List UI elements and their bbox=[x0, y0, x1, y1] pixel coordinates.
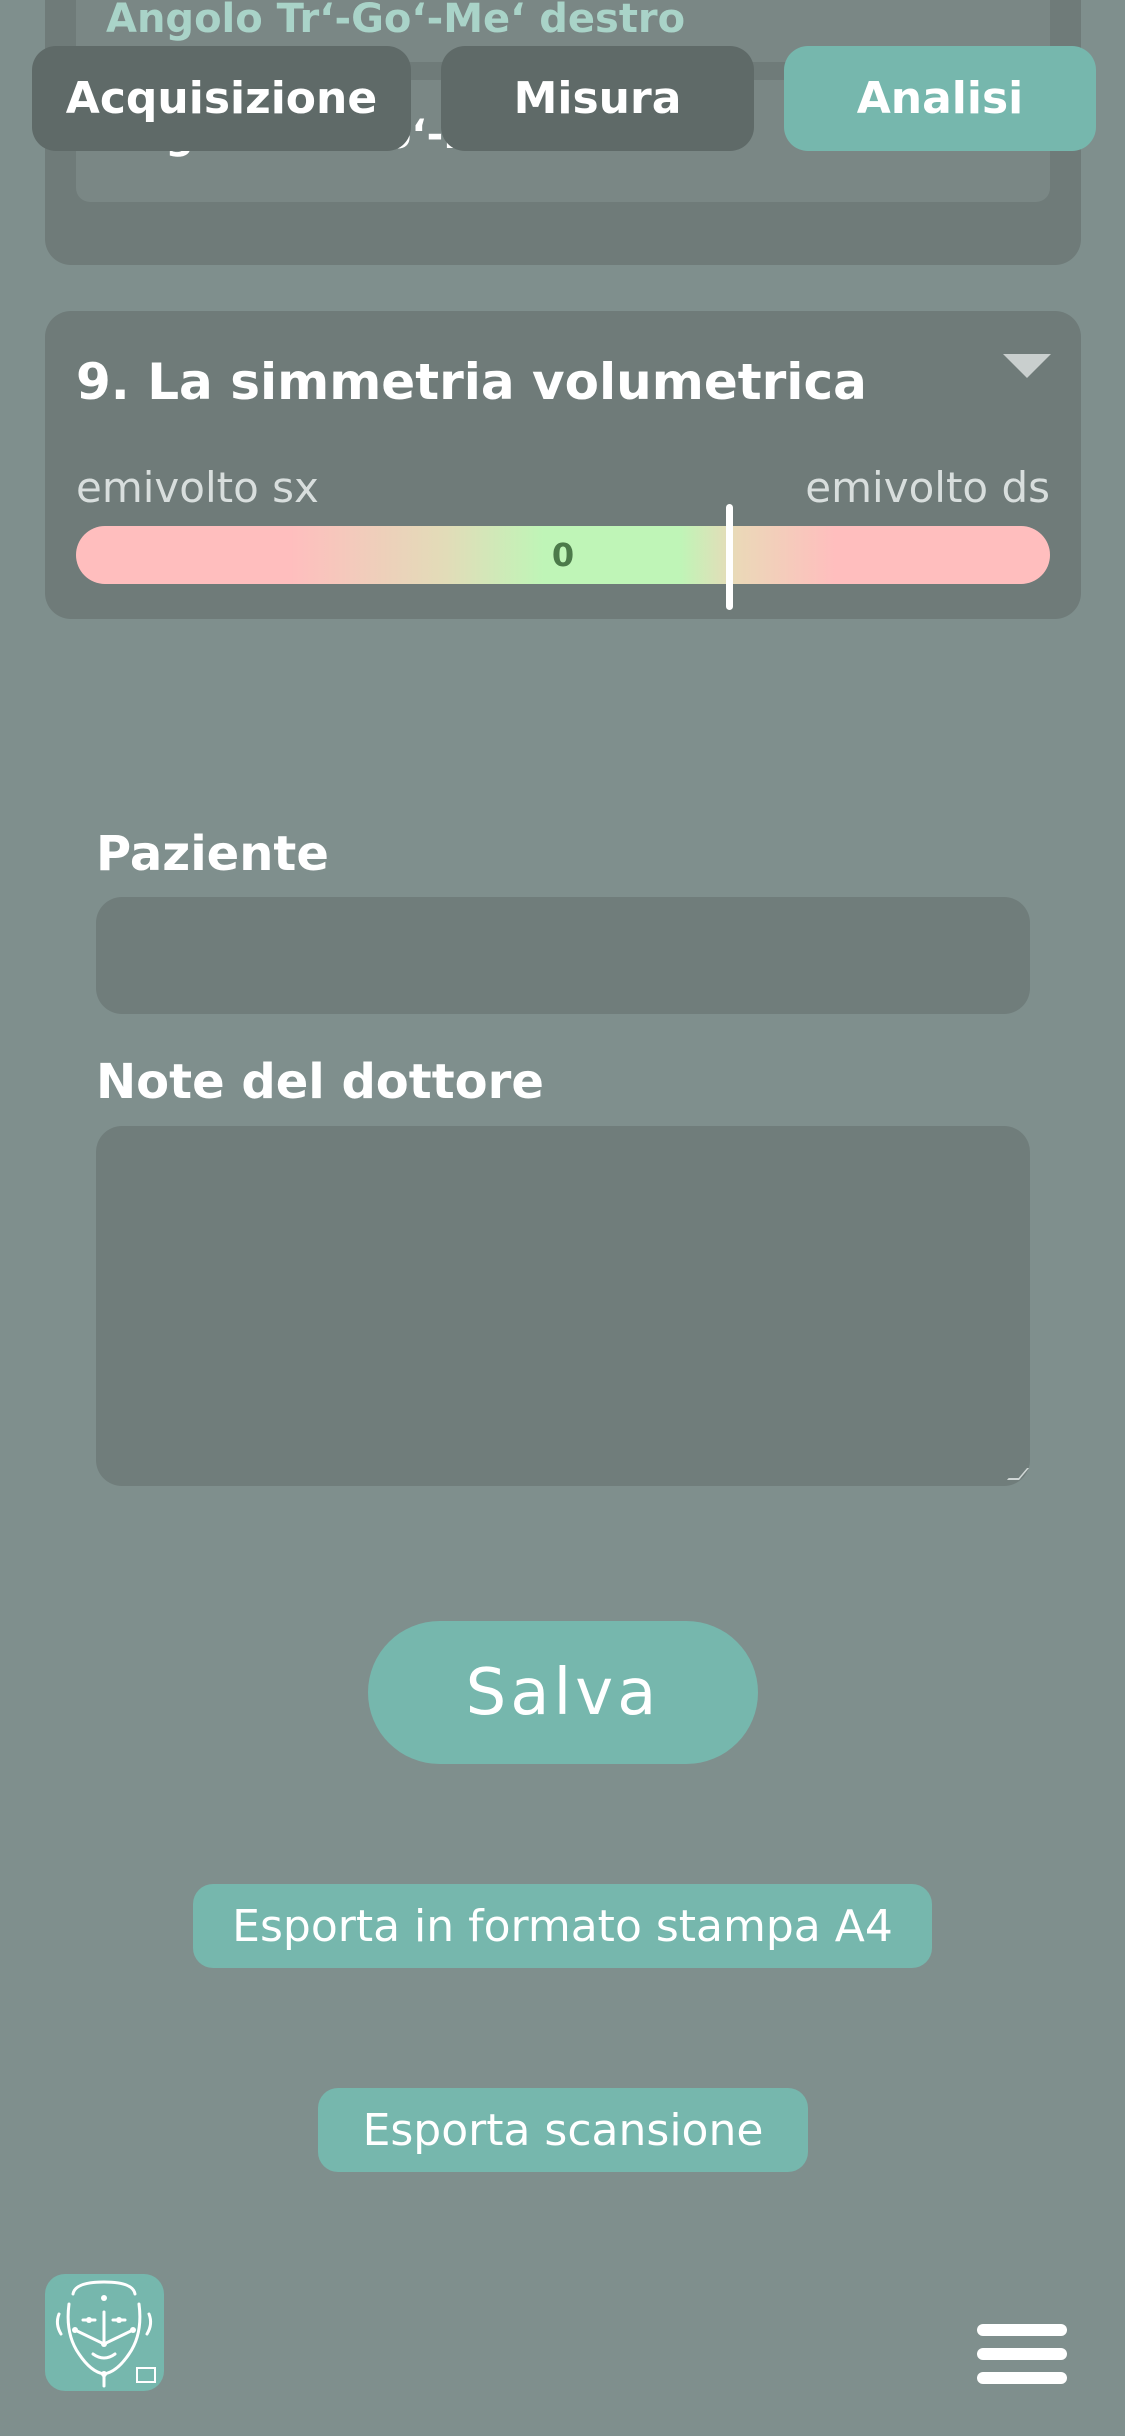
symmetry-gauge: 0 bbox=[76, 526, 1050, 584]
resize-grip-icon[interactable] bbox=[1006, 1468, 1030, 1480]
patient-input[interactable] bbox=[96, 897, 1030, 1014]
symmetry-value: 0 bbox=[551, 536, 575, 574]
face-scan-logo-icon[interactable] bbox=[45, 2274, 164, 2391]
chevron-down-icon[interactable] bbox=[1003, 354, 1051, 378]
doctor-notes-label: Note del dottore bbox=[96, 1054, 544, 1110]
symmetry-title: 9. La simmetria volumetrica bbox=[76, 353, 867, 411]
menu-bar bbox=[977, 2348, 1067, 2360]
tab-acquisizione[interactable]: Acquisizione bbox=[32, 46, 411, 151]
symmetry-card: 9. La simmetria volumetrica emivolto sx … bbox=[45, 311, 1081, 619]
export-scan-button[interactable]: Esporta scansione bbox=[318, 2088, 808, 2172]
tab-misura[interactable]: Misura bbox=[441, 46, 754, 151]
symmetry-marker bbox=[725, 504, 733, 610]
menu-bar bbox=[977, 2372, 1067, 2384]
menu-bar bbox=[977, 2324, 1067, 2336]
symmetry-left-label: emivolto sx bbox=[76, 463, 319, 512]
tab-analisi[interactable]: Analisi bbox=[784, 46, 1096, 151]
save-button[interactable]: Salva bbox=[368, 1621, 758, 1764]
symmetry-right-label: emivolto ds bbox=[805, 463, 1050, 512]
doctor-notes-textarea[interactable] bbox=[96, 1126, 1030, 1486]
angle-row-right-label: Angolo Tr‘-Go‘-Me‘ destro bbox=[106, 0, 686, 42]
hamburger-menu-icon[interactable] bbox=[977, 2324, 1067, 2384]
export-a4-button[interactable]: Esporta in formato stampa A4 bbox=[193, 1884, 932, 1968]
patient-label: Paziente bbox=[96, 826, 329, 882]
